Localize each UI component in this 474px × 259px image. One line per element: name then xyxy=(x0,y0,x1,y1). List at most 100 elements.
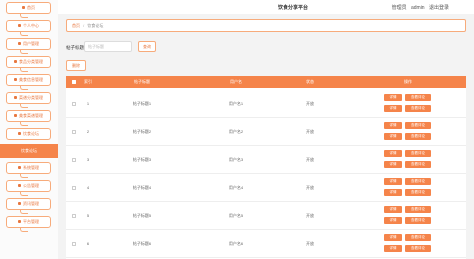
sidebar-item-users[interactable]: 用户管理 xyxy=(6,38,51,50)
sidebar-item-food-info[interactable]: 美食信息管理 xyxy=(6,74,51,86)
food-icon xyxy=(14,78,17,82)
sidebar-connector xyxy=(20,192,28,196)
row-checkbox[interactable] xyxy=(72,186,76,190)
detail-button[interactable]: 详情 xyxy=(384,245,402,252)
detail-button[interactable]: 详情 xyxy=(384,150,402,157)
detail-button[interactable]: 详情 xyxy=(384,217,402,224)
sidebar-item-label: 美食信息管理 xyxy=(19,77,43,82)
view-comments-button[interactable]: 查看评论 xyxy=(405,234,431,241)
cell-username: 用户名6 xyxy=(228,241,244,246)
sidebar-item-label: 菜谱分类管理 xyxy=(19,95,43,100)
row-checkbox[interactable] xyxy=(72,102,76,106)
cell-username: 用户名3 xyxy=(228,157,244,162)
sidebar-item-forum[interactable]: 饮食论坛 xyxy=(6,128,51,140)
cell-index: 3 xyxy=(86,157,90,162)
sidebar-item-platform[interactable]: 平台管理 xyxy=(6,216,51,228)
search-button[interactable]: 查询 xyxy=(138,41,156,52)
detail-button[interactable]: 详情 xyxy=(384,189,402,196)
detail-button[interactable]: 详情 xyxy=(384,206,402,213)
search-input[interactable] xyxy=(84,41,132,52)
cell-username: 用户名4 xyxy=(228,185,244,190)
sidebar-item-label: 公告管理 xyxy=(23,183,39,188)
sidebar-connector xyxy=(20,68,28,72)
sidebar-item-label: 个人中心 xyxy=(23,23,39,28)
category-icon xyxy=(14,60,17,64)
breadcrumb-separator: / xyxy=(83,23,85,28)
row-checkbox[interactable] xyxy=(72,158,76,162)
sidebar-item-home[interactable]: 首页 xyxy=(6,2,51,14)
view-comments-button[interactable]: 查看评论 xyxy=(405,150,431,157)
select-all-checkbox[interactable] xyxy=(72,80,76,84)
table-header: 索引 帖子标题 用户名 状态 操作 xyxy=(66,76,466,88)
table-row: 3 帖子标题3 用户名3 开放 详情 查看评论 详情 查看评论 xyxy=(66,146,466,174)
sidebar-connector xyxy=(20,104,28,108)
view-comments-button[interactable]: 查看评论 xyxy=(405,122,431,129)
cell-status: 开放 xyxy=(306,157,314,162)
view-comments-button[interactable]: 查看评论 xyxy=(405,245,431,252)
view-comments-button[interactable]: 查看评论 xyxy=(405,189,431,196)
sidebar-item-forum-active[interactable]: 饮食论坛 xyxy=(0,144,58,158)
users-icon xyxy=(18,42,21,46)
detail-button[interactable]: 详情 xyxy=(384,94,402,101)
detail-button[interactable]: 详情 xyxy=(384,178,402,185)
view-comments-button[interactable]: 查看评论 xyxy=(405,105,431,112)
sidebar-item-news[interactable]: 资讯管理 xyxy=(6,198,51,210)
detail-button[interactable]: 详情 xyxy=(384,105,402,112)
table-row: 2 帖子标题2 用户名2 开放 详情 查看评论 详情 查看评论 xyxy=(66,118,466,146)
table-row: 6 帖子标题6 用户名6 开放 详情 查看评论 详情 查看评论 xyxy=(66,230,466,258)
detail-button[interactable]: 详情 xyxy=(384,122,402,129)
table-row: 1 帖子标题1 用户名1 开放 详情 查看评论 详情 查看评论 xyxy=(66,90,466,118)
view-comments-button[interactable]: 查看评论 xyxy=(405,94,431,101)
logout-link[interactable]: 退出登录 xyxy=(429,5,449,11)
column-header: 帖子标题 xyxy=(134,79,150,84)
cell-index: 1 xyxy=(86,101,90,106)
site-title: 饮食分享平台 xyxy=(278,5,309,11)
platform-icon xyxy=(18,220,21,224)
sidebar-connector xyxy=(20,50,28,54)
cell-index: 2 xyxy=(86,129,90,134)
sidebar-item-recipe-category[interactable]: 菜谱分类管理 xyxy=(6,92,51,104)
cell-status: 开放 xyxy=(306,129,314,134)
breadcrumb-home[interactable]: 首页 xyxy=(72,23,80,28)
sidebar-item-label: 系统管理 xyxy=(23,165,39,170)
sidebar-connector xyxy=(20,32,28,36)
row-checkbox[interactable] xyxy=(72,130,76,134)
view-comments-button[interactable]: 查看评论 xyxy=(405,133,431,140)
sidebar-item-label: 美食菜谱管理 xyxy=(19,113,43,118)
breadcrumb: 首页 / 饮食论坛 xyxy=(66,19,466,32)
row-checkbox[interactable] xyxy=(72,214,76,218)
cell-status: 开放 xyxy=(306,241,314,246)
cell-status: 开放 xyxy=(306,185,314,190)
detail-button[interactable]: 详情 xyxy=(384,234,402,241)
cell-title: 帖子标题3 xyxy=(132,157,152,162)
settings-icon xyxy=(18,166,21,170)
delete-button[interactable]: 删除 xyxy=(66,60,86,71)
table-row: 5 帖子标题5 用户名5 开放 详情 查看评论 详情 查看评论 xyxy=(66,202,466,230)
sidebar-item-system[interactable]: 系统管理 xyxy=(6,162,51,174)
table-row: 4 帖子标题4 用户名4 开放 详情 查看评论 详情 查看评论 xyxy=(66,174,466,202)
sidebar-item-label: 食品分类管理 xyxy=(19,59,43,64)
sidebar: 首页 个人中心 用户管理 食品分类管理 美食信息管理 菜谱分类管理 美食菜谱管理… xyxy=(0,0,58,259)
breadcrumb-current: 饮食论坛 xyxy=(87,23,104,28)
sidebar-connector xyxy=(20,228,28,232)
detail-button[interactable]: 详情 xyxy=(384,161,402,168)
detail-button[interactable]: 详情 xyxy=(384,133,402,140)
view-comments-button[interactable]: 查看评论 xyxy=(405,206,431,213)
sidebar-connector xyxy=(20,122,28,126)
search-label: 帖子标题 xyxy=(66,45,84,50)
column-header: 操作 xyxy=(404,79,412,84)
sidebar-item-food-category[interactable]: 食品分类管理 xyxy=(6,56,51,68)
app: 首页 个人中心 用户管理 食品分类管理 美食信息管理 菜谱分类管理 美食菜谱管理… xyxy=(0,0,474,259)
sidebar-item-profile[interactable]: 个人中心 xyxy=(6,20,51,32)
home-icon xyxy=(22,6,25,10)
row-checkbox[interactable] xyxy=(72,242,76,246)
sidebar-connector xyxy=(20,86,28,90)
view-comments-button[interactable]: 查看评论 xyxy=(405,217,431,224)
sidebar-item-recipes[interactable]: 美食菜谱管理 xyxy=(6,110,51,122)
view-comments-button[interactable]: 查看评论 xyxy=(405,161,431,168)
top-header: 饮食分享平台 管理员 admin 退出登录 xyxy=(58,0,474,14)
view-comments-button[interactable]: 查看评论 xyxy=(405,178,431,185)
sidebar-item-label: 首页 xyxy=(27,5,35,10)
sidebar-item-notice[interactable]: 公告管理 xyxy=(6,180,51,192)
user-info: 管理员 admin 退出登录 xyxy=(389,4,449,11)
